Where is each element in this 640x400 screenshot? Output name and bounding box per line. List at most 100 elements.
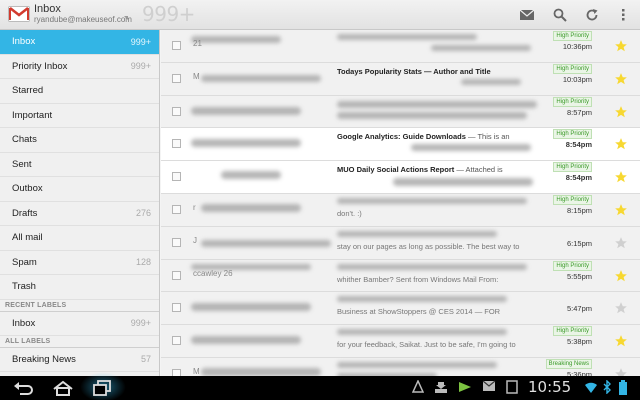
message-checkbox[interactable] — [172, 172, 181, 182]
star-filled-icon[interactable] — [614, 39, 628, 53]
redacted-text — [337, 361, 497, 368]
sidebar-item-label: Trash — [12, 281, 36, 293]
star-empty-icon[interactable] — [614, 236, 628, 250]
redacted-text — [221, 171, 281, 180]
message-row[interactable]: M Todays Popularity Stats — Author and Ti… — [161, 62, 640, 96]
sidebar-item-count: 999+ — [130, 61, 151, 72]
redacted-text — [337, 111, 527, 119]
message-subject-text: Google Analytics: Guide Downloads — [337, 132, 466, 142]
star-empty-icon[interactable] — [614, 301, 628, 315]
message-row[interactable]: r don't. :) High Priority 8:15pm — [161, 193, 640, 227]
sidebar-item-sent[interactable]: Sent — [0, 153, 159, 177]
star-filled-icon[interactable] — [614, 203, 628, 217]
sidebar-item-spam[interactable]: Spam 128 — [0, 251, 159, 275]
gmail-logo-icon[interactable] — [8, 6, 30, 22]
recent-apps-icon[interactable] — [92, 380, 112, 396]
sidebar-item-trash[interactable]: Trash — [0, 275, 159, 300]
message-snippet: don't. :) — [337, 208, 362, 218]
redacted-text — [201, 367, 321, 376]
redacted-text — [337, 296, 507, 303]
sidebar-item-recent-inbox[interactable]: Inbox 999+ — [0, 312, 159, 336]
sidebar-item-inbox[interactable]: Inbox 999+ — [0, 30, 159, 55]
sidebar-item-label: All mail — [12, 232, 43, 244]
star-filled-icon[interactable] — [614, 72, 628, 86]
sidebar-item-priority-inbox[interactable]: Priority Inbox 999+ — [0, 55, 159, 79]
sidebar-item-outbox[interactable]: Outbox — [0, 177, 159, 202]
sidebar-item-count: 128 — [135, 257, 151, 268]
message-checkbox[interactable] — [172, 41, 181, 50]
redacted-text — [191, 106, 301, 115]
message-time: 10:36pm — [562, 42, 592, 51]
message-time: 5:55pm — [566, 271, 592, 281]
gmail-tablet-app: Inbox ryandube@makeuseof.com 999+ Inbox … — [0, 0, 640, 400]
message-checkbox[interactable] — [172, 336, 181, 346]
message-checkbox[interactable] — [172, 139, 181, 149]
sidebar-item-label: Chats — [12, 134, 37, 146]
message-time: 5:47pm — [566, 304, 592, 314]
usb-debug-icon — [412, 380, 424, 394]
message-row[interactable]: ccawley 26 whither Bamber? Sent from Wind… — [161, 259, 640, 293]
star-filled-icon[interactable] — [614, 269, 628, 283]
sidebar-item-chats[interactable]: Chats — [0, 128, 159, 153]
sidebar-item-count: 276 — [135, 208, 151, 219]
gmail-notification-icon — [482, 380, 496, 392]
message-time: 8:54pm — [565, 173, 592, 183]
sidebar-item-breaking-news[interactable]: Breaking News 57 — [0, 348, 159, 372]
message-row[interactable]: High Priority 8:57pm — [161, 95, 640, 129]
message-checkbox[interactable] — [172, 368, 181, 376]
message-subject: Google Analytics: Guide Downloads — This… — [337, 132, 547, 142]
sidebar-item-all-mail[interactable]: All mail — [0, 226, 159, 251]
message-list: 21 High Priority 10:36pm M Todays Popularity… — [161, 30, 640, 376]
star-empty-icon[interactable] — [614, 367, 628, 376]
message-checkbox[interactable] — [172, 106, 181, 116]
label-badge: High Priority — [553, 260, 592, 271]
star-filled-icon[interactable] — [614, 105, 628, 119]
sidebar-item-starred[interactable]: Starred — [0, 79, 159, 104]
star-filled-icon[interactable] — [614, 334, 628, 348]
back-icon[interactable] — [12, 380, 34, 396]
redacted-text — [191, 36, 281, 43]
sidebar-item-label: Important — [12, 109, 53, 121]
star-filled-icon[interactable] — [614, 137, 628, 151]
redacted-text — [431, 45, 531, 51]
message-row[interactable]: MUO Daily Social Actions Report — Attach… — [161, 161, 640, 194]
message-row[interactable]: Jstay on our pages as long as possible. … — [161, 226, 640, 260]
sidebar-item-label: Sent — [12, 158, 32, 170]
message-snippet: stay on our pages as long as possible. T… — [337, 241, 520, 251]
message-subject-text: Todays Popularity Stats — Author and Tit… — [337, 66, 491, 76]
star-filled-icon[interactable] — [614, 170, 628, 184]
message-checkbox[interactable] — [172, 237, 181, 247]
message-checkbox[interactable] — [172, 303, 181, 313]
compose-icon[interactable] — [518, 6, 536, 24]
redacted-text — [201, 74, 321, 82]
message-checkbox[interactable] — [172, 73, 181, 83]
message-checkbox[interactable] — [172, 270, 181, 280]
sidebar-item-important[interactable]: Important — [0, 104, 159, 128]
account-switcher[interactable]: Inbox ryandube@makeuseof.com — [34, 3, 132, 25]
search-icon[interactable] — [551, 6, 569, 24]
refresh-icon[interactable] — [583, 6, 601, 24]
sidebar-item-label: Outbox — [12, 183, 43, 195]
redacted-text — [461, 78, 521, 85]
message-checkbox[interactable] — [172, 204, 181, 214]
message-sender: 21 — [193, 39, 202, 48]
redacted-text — [337, 230, 497, 237]
message-row[interactable]: Business at ShowStoppers @ CES 2014 — FO… — [161, 292, 640, 326]
message-row[interactable]: 21 High Priority 10:36pm — [161, 30, 640, 63]
screenshot-icon — [506, 380, 518, 394]
message-time: 8:57pm — [566, 107, 592, 117]
home-icon[interactable] — [52, 380, 74, 396]
message-subject-text: MUO Daily Social Actions Report — [337, 165, 455, 175]
sidebar-item-label: Drafts — [12, 207, 38, 219]
label-badge: Breaking News — [545, 358, 592, 369]
sidebar-item-drafts[interactable]: Drafts 276 — [0, 202, 159, 226]
overflow-menu-icon[interactable] — [614, 6, 632, 24]
download-icon — [434, 380, 448, 394]
message-row[interactable]: for your feedback, Saikat. Just to be sa… — [161, 325, 640, 358]
redacted-text — [201, 203, 301, 212]
sidebar-item-label: Spam — [12, 256, 37, 268]
message-sender: M — [193, 366, 200, 376]
sidebar-item-count: 999+ — [130, 36, 151, 47]
message-row[interactable]: Google Analytics: Guide Downloads — This… — [161, 128, 640, 162]
message-row[interactable]: M Breaking News 5:36pm — [161, 357, 640, 376]
